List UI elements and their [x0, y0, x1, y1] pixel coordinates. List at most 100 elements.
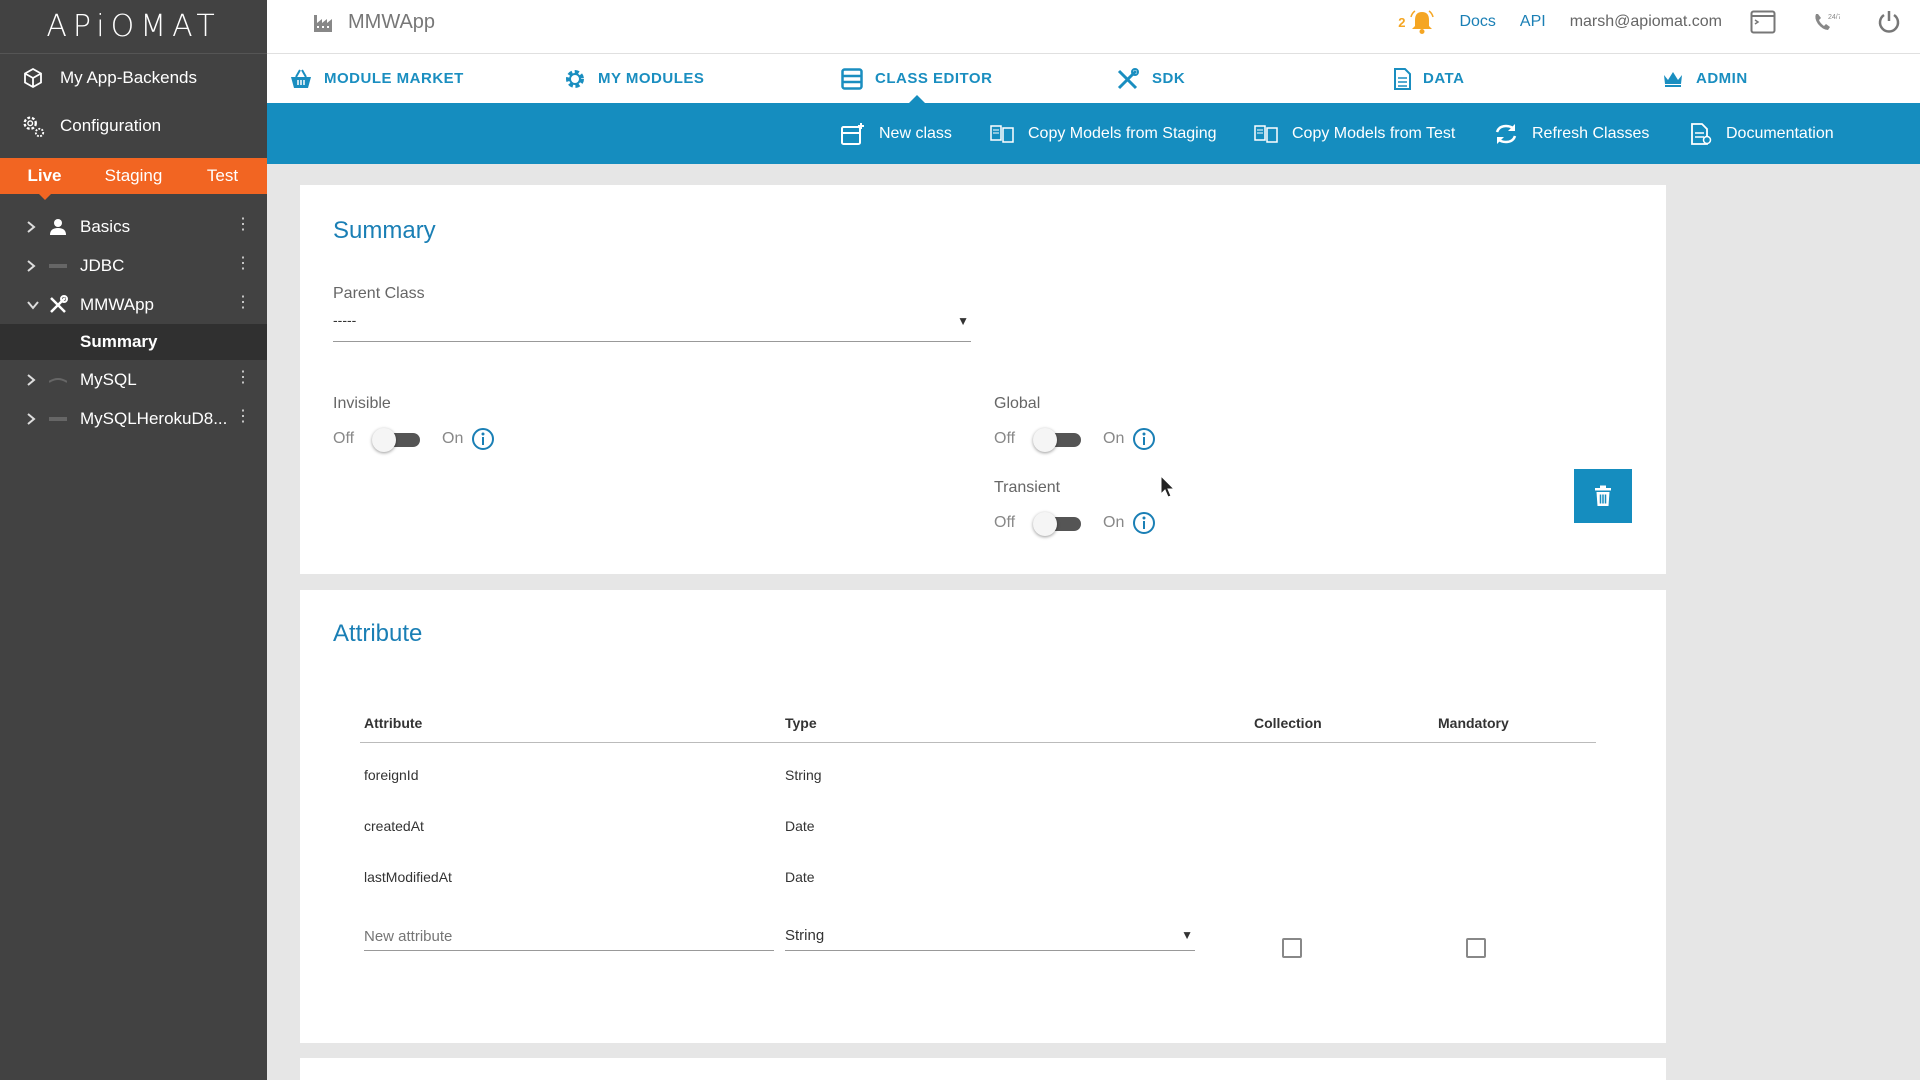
global-label: Global	[994, 395, 1041, 412]
sidebar: APiOMAT My App-Backends Configuration Li…	[0, 0, 267, 1080]
column-header-attribute: Attribute	[364, 715, 423, 731]
tab-admin[interactable]: ADMIN	[1662, 54, 1748, 103]
tree-item-mysqlheroku[interactable]: MySQLHerokuD8... ⋮	[0, 399, 267, 438]
more-vert-icon[interactable]: ⋮	[235, 217, 251, 233]
top-bar: MMWApp 2 Docs API marsh@apiomat.com 24/7	[267, 0, 1920, 54]
copy-models-from-test-button[interactable]: Copy Models from Test	[1254, 103, 1455, 164]
app-title-text: MMWApp	[348, 10, 436, 33]
tab-my-modules[interactable]: MY MODULES	[564, 54, 704, 103]
action-label: New class	[879, 124, 952, 142]
attribute-card: Attribute Attribute Type Collection Mand…	[300, 590, 1666, 1043]
transient-label: Transient	[994, 479, 1061, 496]
chevron-right-icon[interactable]	[26, 373, 38, 387]
chevron-right-icon[interactable]	[26, 220, 38, 234]
tab-sdk[interactable]: SDK	[1116, 54, 1185, 103]
toggle-off-label: Off	[333, 430, 355, 447]
module-nav: MODULE MARKET MY MODULES CLASS EDITOR SD…	[267, 54, 1920, 103]
delete-class-button[interactable]	[1574, 469, 1632, 523]
new-class-button[interactable]: New class	[841, 103, 952, 164]
tree-item-label: Basics	[80, 216, 131, 236]
refresh-icon	[1494, 123, 1518, 145]
apiomat-logo[interactable]: APiOMAT	[0, 0, 267, 54]
factory-icon	[312, 11, 336, 33]
crown-icon	[1662, 70, 1684, 88]
action-label: Documentation	[1726, 124, 1834, 142]
tree-item-label: MMWApp	[80, 294, 154, 314]
basket-icon	[290, 69, 312, 89]
more-vert-icon[interactable]: ⋮	[235, 295, 251, 311]
new-attribute-input[interactable]	[364, 923, 774, 951]
user-email[interactable]: marsh@apiomat.com	[1570, 13, 1722, 31]
more-vert-icon[interactable]: ⋮	[235, 370, 251, 386]
more-vert-icon[interactable]: ⋮	[235, 256, 251, 272]
document-icon	[1393, 67, 1411, 90]
refresh-classes-button[interactable]: Refresh Classes	[1494, 103, 1649, 164]
notifications-button[interactable]: 2	[1398, 9, 1435, 35]
docs-link[interactable]: Docs	[1459, 13, 1495, 31]
transient-switch[interactable]	[1033, 511, 1082, 536]
copy-models-icon	[990, 124, 1014, 143]
tab-label: DATA	[1423, 70, 1465, 87]
terminal-icon[interactable]	[1750, 10, 1776, 34]
trash-icon	[1594, 485, 1612, 507]
documentation-button[interactable]: Documentation	[1690, 103, 1834, 164]
chevron-right-icon[interactable]	[26, 259, 38, 273]
column-header-mandatory: Mandatory	[1438, 715, 1509, 731]
tab-label: MY MODULES	[598, 70, 705, 87]
tab-label: ADMIN	[1696, 70, 1748, 87]
tab-module-market[interactable]: MODULE MARKET	[290, 54, 464, 103]
tree-item-basics[interactable]: Basics ⋮	[0, 207, 267, 246]
gears-icon	[20, 112, 46, 140]
invisible-toggle-row: Off On	[333, 427, 495, 452]
attribute-type-cell: Date	[785, 869, 815, 885]
info-icon[interactable]	[1132, 427, 1156, 451]
more-vert-icon[interactable]: ⋮	[235, 409, 251, 425]
api-link[interactable]: API	[1520, 13, 1546, 31]
sidebar-link-label: My App-Backends	[60, 68, 198, 87]
attribute-name-cell[interactable]: lastModifiedAt	[364, 869, 452, 885]
environment-tabs: Live Staging Test	[0, 158, 267, 200]
toggle-off-label: Off	[994, 430, 1016, 447]
env-tab-test[interactable]: Test	[178, 158, 267, 194]
invisible-switch[interactable]	[372, 427, 421, 452]
support-phone-icon[interactable]: 24/7	[1812, 10, 1840, 34]
summary-title: Summary	[333, 217, 436, 244]
mysql-icon	[48, 376, 68, 384]
column-header-collection: Collection	[1254, 715, 1322, 731]
copy-models-from-staging-button[interactable]: Copy Models from Staging	[990, 103, 1217, 164]
dropdown-arrow-icon: ▼	[957, 314, 969, 328]
tree-subitem-summary[interactable]: Summary	[0, 324, 267, 360]
sidebar-link-my-app-backends[interactable]: My App-Backends	[0, 54, 267, 102]
attribute-type-cell: String	[785, 767, 822, 783]
power-icon[interactable]	[1876, 9, 1902, 35]
env-tab-staging[interactable]: Staging	[89, 158, 178, 194]
tree-item-mmwapp[interactable]: MMWApp ⋮	[0, 285, 267, 324]
parent-class-select[interactable]: ----- ▼	[333, 312, 971, 342]
type-value: String	[785, 927, 825, 944]
new-attribute-type-select[interactable]: String ▼	[785, 923, 1195, 951]
attribute-name-cell[interactable]: createdAt	[364, 818, 424, 834]
info-icon[interactable]	[1132, 511, 1156, 535]
header-divider	[360, 742, 1596, 743]
action-label: Refresh Classes	[1532, 124, 1650, 142]
tree-item-mysql[interactable]: MySQL ⋮	[0, 360, 267, 399]
tools-icon	[48, 294, 68, 315]
collection-checkbox[interactable]	[1282, 938, 1302, 958]
attribute-title: Attribute	[333, 620, 423, 647]
env-tab-live[interactable]: Live	[0, 158, 89, 200]
mandatory-checkbox[interactable]	[1466, 938, 1486, 958]
global-switch[interactable]	[1033, 427, 1082, 452]
tree-item-label: JDBC	[80, 255, 125, 275]
info-icon[interactable]	[471, 427, 495, 451]
tab-label: SDK	[1152, 70, 1186, 87]
documentation-icon	[1690, 122, 1712, 145]
chevron-right-icon[interactable]	[26, 412, 38, 426]
sidebar-link-configuration[interactable]: Configuration	[0, 102, 267, 150]
tab-data[interactable]: DATA	[1393, 54, 1464, 103]
tab-class-editor[interactable]: CLASS EDITOR	[841, 54, 992, 103]
tree-item-jdbc[interactable]: JDBC ⋮	[0, 246, 267, 285]
attribute-name-cell[interactable]: foreignId	[364, 767, 418, 783]
tree-item-label: MySQL	[80, 369, 137, 389]
chevron-down-icon[interactable]	[26, 300, 39, 310]
notification-count: 2	[1398, 14, 1406, 30]
